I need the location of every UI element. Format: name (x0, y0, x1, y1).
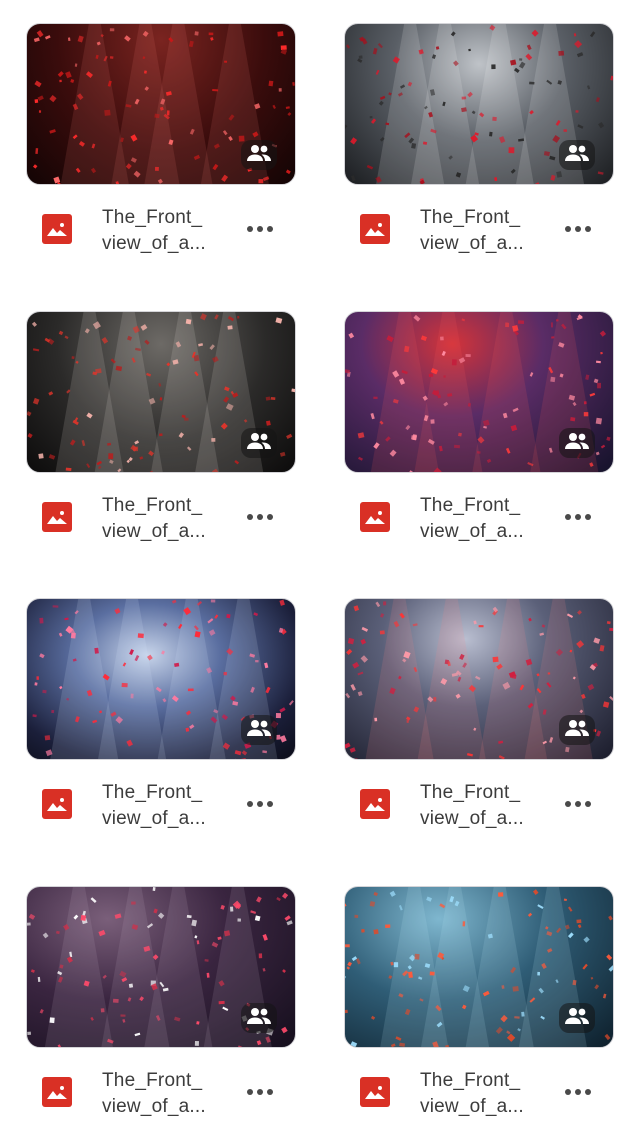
file-name-line1: The_Front_ (102, 780, 220, 806)
file-name-line1: The_Front_ (102, 205, 220, 231)
file-grid: The_Front_ view_of_a... The_Front_ view (0, 0, 640, 1072)
more-options-button[interactable] (558, 503, 598, 531)
file-name-line2: view_of_a... (420, 519, 538, 545)
file-name[interactable]: The_Front_ view_of_a... (420, 205, 538, 257)
people-icon (564, 719, 590, 742)
more-options-button[interactable] (558, 215, 598, 243)
people-icon (246, 432, 272, 455)
file-name-line2: view_of_a... (420, 231, 538, 257)
file-meta: The_Front_ view_of_a... (26, 185, 296, 275)
more-options-button[interactable] (240, 503, 280, 531)
file-meta: The_Front_ view_of_a... (344, 473, 614, 563)
file-meta: The_Front_ view_of_a... (26, 1048, 296, 1138)
more-horizontal-icon (563, 514, 593, 520)
image-icon (42, 1077, 72, 1107)
file-tile[interactable]: The_Front_ view_of_a... (344, 598, 614, 850)
file-meta: The_Front_ view_of_a... (344, 760, 614, 850)
file-meta: The_Front_ view_of_a... (344, 1048, 614, 1138)
more-options-button[interactable] (558, 1078, 598, 1106)
image-icon (360, 214, 390, 244)
file-thumbnail[interactable] (26, 886, 296, 1048)
file-name-line1: The_Front_ (420, 493, 538, 519)
more-horizontal-icon (245, 801, 275, 807)
shared-badge (241, 715, 277, 745)
image-icon (42, 502, 72, 532)
more-horizontal-icon (245, 514, 275, 520)
more-options-button[interactable] (240, 790, 280, 818)
file-tile[interactable]: The_Front_ view_of_a... (344, 23, 614, 275)
file-name-line2: view_of_a... (102, 519, 220, 545)
file-name-line2: view_of_a... (102, 806, 220, 832)
file-tile[interactable]: The_Front_ view_of_a... (26, 886, 296, 1138)
image-icon (360, 1077, 390, 1107)
file-name-line1: The_Front_ (420, 205, 538, 231)
shared-badge (241, 1003, 277, 1033)
more-horizontal-icon (245, 226, 275, 232)
shared-badge (241, 140, 277, 170)
file-name[interactable]: The_Front_ view_of_a... (420, 493, 538, 545)
file-tile[interactable]: The_Front_ view_of_a... (344, 311, 614, 563)
file-name-line2: view_of_a... (102, 1094, 220, 1120)
file-name[interactable]: The_Front_ view_of_a... (420, 1068, 538, 1120)
people-icon (564, 432, 590, 455)
file-name[interactable]: The_Front_ view_of_a... (102, 493, 220, 545)
shared-badge (559, 1003, 595, 1033)
file-meta: The_Front_ view_of_a... (344, 185, 614, 275)
image-icon (42, 214, 72, 244)
people-icon (246, 719, 272, 742)
more-horizontal-icon (563, 801, 593, 807)
file-name-line2: view_of_a... (420, 806, 538, 832)
file-meta: The_Front_ view_of_a... (26, 760, 296, 850)
file-thumbnail[interactable] (26, 598, 296, 760)
image-icon (42, 789, 72, 819)
people-icon (246, 1007, 272, 1030)
image-icon (360, 789, 390, 819)
shared-badge (559, 428, 595, 458)
file-meta: The_Front_ view_of_a... (26, 473, 296, 563)
file-name-line2: view_of_a... (102, 231, 220, 257)
file-thumbnail[interactable] (26, 311, 296, 473)
more-horizontal-icon (563, 226, 593, 232)
more-options-button[interactable] (240, 215, 280, 243)
file-name[interactable]: The_Front_ view_of_a... (102, 1068, 220, 1120)
file-thumbnail[interactable] (344, 23, 614, 185)
file-tile[interactable]: The_Front_ view_of_a... (26, 23, 296, 275)
file-thumbnail[interactable] (344, 311, 614, 473)
people-icon (564, 144, 590, 167)
file-thumbnail[interactable] (26, 23, 296, 185)
more-options-button[interactable] (240, 1078, 280, 1106)
shared-badge (559, 140, 595, 170)
people-icon (246, 144, 272, 167)
file-name[interactable]: The_Front_ view_of_a... (420, 780, 538, 832)
file-name[interactable]: The_Front_ view_of_a... (102, 780, 220, 832)
image-icon (360, 502, 390, 532)
people-icon (564, 1007, 590, 1030)
file-name-line1: The_Front_ (102, 493, 220, 519)
more-horizontal-icon (245, 1089, 275, 1095)
file-tile[interactable]: The_Front_ view_of_a... (26, 598, 296, 850)
more-horizontal-icon (563, 1089, 593, 1095)
file-name-line2: view_of_a... (420, 1094, 538, 1120)
file-tile[interactable]: The_Front_ view_of_a... (26, 311, 296, 563)
file-name-line1: The_Front_ (420, 780, 538, 806)
more-options-button[interactable] (558, 790, 598, 818)
shared-badge (241, 428, 277, 458)
file-thumbnail[interactable] (344, 598, 614, 760)
file-thumbnail[interactable] (344, 886, 614, 1048)
shared-badge (559, 715, 595, 745)
file-tile[interactable]: The_Front_ view_of_a... (344, 886, 614, 1138)
file-name[interactable]: The_Front_ view_of_a... (102, 205, 220, 257)
